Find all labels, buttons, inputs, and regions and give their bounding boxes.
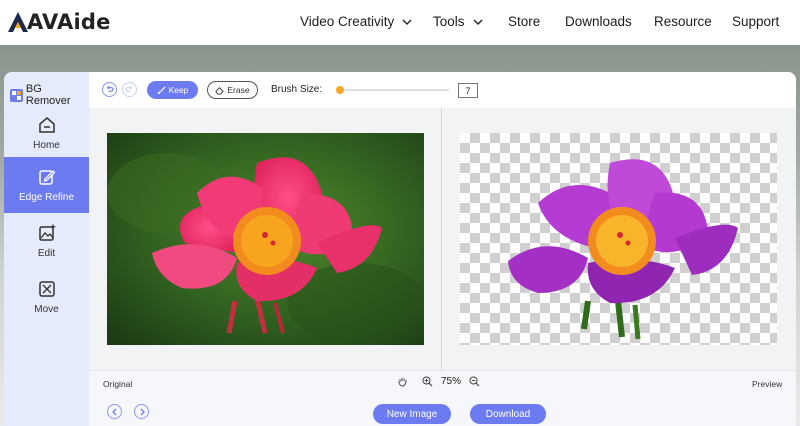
app-title: BG Remover [10, 83, 89, 107]
original-image[interactable] [107, 133, 424, 345]
nav-label: Support [732, 14, 780, 29]
home-icon [38, 116, 55, 133]
sidebar-item-label: Home [33, 139, 60, 151]
app-title-text: BG Remover [25, 83, 71, 107]
redo-button[interactable] [122, 82, 137, 97]
sidebar: BG Remover Home Edge Refine Edit Move [4, 72, 89, 426]
nav-downloads[interactable]: Downloads [565, 14, 632, 29]
nav-label: Tools [433, 14, 465, 29]
move-icon [38, 280, 55, 297]
zoom-level: 75% [441, 376, 462, 387]
zoom-controls: 75% [397, 376, 480, 387]
edit-square-icon [38, 169, 55, 185]
chevron-right-icon [140, 408, 145, 415]
bg-remover-app: BG Remover Home Edge Refine Edit Move Ke… [4, 72, 796, 426]
brand-text: AVAide [27, 10, 111, 34]
redo-icon [125, 85, 133, 92]
preview-image[interactable] [460, 133, 777, 345]
nav-video-creativity[interactable]: Video Creativity [300, 14, 412, 29]
erase-label: Erase [227, 85, 250, 95]
undo-button[interactable] [102, 82, 117, 97]
canvas-divider [441, 108, 442, 370]
new-image-button[interactable]: New Image [373, 404, 451, 424]
sidebar-item-edit[interactable]: Edit [4, 213, 89, 269]
nav-label: Resource [654, 14, 712, 29]
preview-label: Preview [752, 379, 783, 389]
app-logo-icon [10, 88, 23, 102]
nav-resource[interactable]: Resource [654, 14, 712, 29]
zoom-in-icon[interactable] [422, 376, 433, 387]
brand-logo[interactable]: AVAide [6, 8, 111, 36]
sidebar-item-home[interactable]: Home [4, 105, 89, 161]
nav-label: Store [508, 14, 541, 29]
sidebar-item-label: Move [34, 303, 59, 315]
sidebar-item-label: Edge Refine [18, 191, 75, 203]
next-button[interactable] [134, 404, 149, 419]
hand-icon[interactable] [397, 376, 408, 387]
nav-label: Video Creativity [300, 14, 395, 29]
slider-thumb[interactable] [336, 86, 345, 94]
chevron-down-icon [473, 19, 483, 25]
preview-cutout [508, 159, 738, 340]
image-edit-icon [38, 224, 55, 241]
chevron-left-icon [111, 408, 116, 415]
nav-support[interactable]: Support [732, 14, 779, 29]
canvas-area [89, 108, 796, 370]
brush-size-slider[interactable] [336, 86, 449, 94]
original-label: Original [103, 379, 133, 389]
nav-tools[interactable]: Tools [433, 14, 483, 29]
editor-main: Keep Erase Brush Size: 7 Original 75% Pr… [89, 72, 796, 426]
brush-icon [157, 85, 166, 94]
status-bar: Original 75% Preview [89, 370, 796, 396]
site-header: AVAide Video Creativity Tools Store Down… [0, 0, 800, 45]
erase-button[interactable]: Erase [207, 81, 258, 99]
brush-size-label: Brush Size: [271, 84, 323, 95]
eraser-icon [215, 86, 225, 95]
undo-icon [106, 85, 114, 92]
sidebar-item-edge-refine[interactable]: Edge Refine [4, 157, 89, 213]
original-photo [107, 133, 424, 345]
nav-label: Downloads [565, 14, 632, 29]
prev-button[interactable] [107, 404, 122, 419]
keep-button[interactable]: Keep [147, 81, 198, 99]
sidebar-item-label: Edit [37, 247, 56, 259]
bottom-bar: New Image Download [89, 396, 796, 426]
brush-size-input[interactable]: 7 [458, 83, 478, 98]
sidebar-item-move[interactable]: Move [4, 269, 89, 325]
keep-label: Keep [168, 85, 189, 95]
chevron-down-icon [402, 19, 412, 25]
zoom-out-icon[interactable] [469, 376, 480, 387]
download-button[interactable]: Download [470, 404, 546, 424]
editor-toolbar: Keep Erase Brush Size: 7 [89, 72, 796, 108]
nav-store[interactable]: Store [508, 14, 540, 29]
